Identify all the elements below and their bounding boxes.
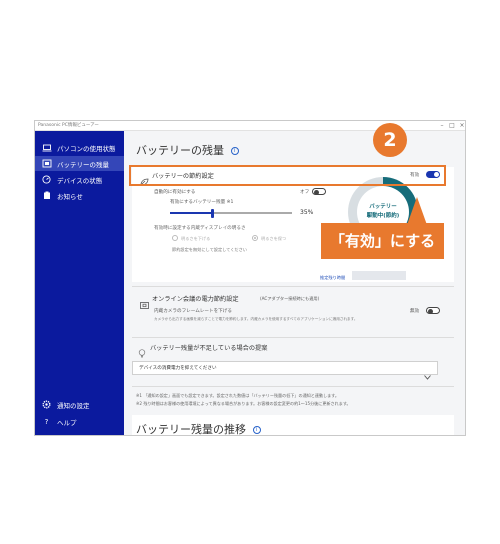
close-button[interactable]: × [457, 121, 465, 130]
suggestion-header: バッテリー残量が不足している場合の提案 [150, 345, 268, 352]
sidebar: パソコンの使用状態 バッテリーの残量 デバイスの状態 お知らせ 通知の設定 ? … [35, 131, 124, 435]
page-title: バッテリーの残量 i [136, 142, 239, 158]
threshold-value: 35% [300, 209, 314, 216]
sidebar-item-label: デバイスの状態 [57, 176, 103, 185]
help-icon: ? [44, 417, 49, 426]
note-2: ※2 残り時間はお客様の使用環境によって異なる場合があります。お客様の設定変更の… [136, 401, 351, 406]
suggestion-dropdown-value: デバイスの消費電力を抑えてください [139, 366, 217, 371]
sidebar-item-help[interactable]: ? ヘルプ [35, 414, 124, 429]
divider [132, 386, 454, 387]
gear-icon [41, 400, 52, 410]
info-icon[interactable]: i [252, 426, 261, 434]
radio-keep[interactable] [252, 235, 258, 241]
radio-dim-label: 明るさを下げる [181, 236, 211, 241]
next-section-title-text: バッテリー残量の推移 [136, 423, 246, 436]
threshold-slider-thumb[interactable] [211, 208, 215, 218]
laptop-icon [41, 143, 52, 153]
frame-rate-toggle[interactable] [426, 307, 440, 314]
remaining-time-label: 推定残り時間 [320, 275, 346, 280]
online-meeting-panel: オンライン会議の電力節約設定 (ACアダプター接続時にも適用) 内蔵カメラのフレ… [132, 291, 454, 335]
sidebar-item-label: 通知の設定 [57, 401, 90, 410]
chevron-down-icon [424, 365, 431, 384]
remaining-time-value [352, 271, 406, 280]
sidebar-item-notice[interactable]: お知らせ [35, 188, 124, 203]
lightbulb-icon [138, 343, 146, 362]
online-header-note: (ACアダプター接続時にも適用) [260, 296, 320, 301]
screen-share-icon [140, 295, 149, 314]
sidebar-item-device-status[interactable]: デバイスの状態 [35, 172, 124, 187]
threshold-slider-fill [170, 212, 213, 214]
brightness-label: 有効時に設定する内蔵ディスプレイの明るさ [154, 226, 246, 231]
info-icon[interactable]: i [230, 147, 239, 155]
step-number-badge: 2 [373, 123, 407, 157]
suggestion-dropdown[interactable]: デバイスの消費電力を抑えてください [132, 361, 438, 380]
frame-rate-label: 内蔵カメラのフレームレートを下げる [154, 309, 232, 314]
minimize-button[interactable]: – [437, 121, 447, 130]
radio-dim[interactable] [172, 235, 178, 241]
sidebar-item-label: バッテリーの残量 [57, 160, 109, 169]
sidebar-item-pc-usage[interactable]: パソコンの使用状態 [35, 140, 124, 155]
gauge-line-1: バッテリー [369, 204, 397, 210]
battery-monitor-icon [41, 159, 52, 169]
frame-rate-desc: カメラから出力する画像を減らすことで電力を節約します。内蔵カメラを使用するすべて… [154, 317, 358, 321]
radio-keep-label: 明るさを保つ [261, 236, 287, 241]
next-section-card: バッテリー残量の推移 i [132, 415, 454, 436]
window-title: Panasonic PC情報ビューアー [38, 123, 99, 128]
callout-pointer [407, 197, 427, 225]
next-section-title: バッテリー残量の推移 i [136, 421, 261, 436]
divider [132, 286, 454, 287]
gauge-line-2: 駆動中(節約) [366, 213, 400, 219]
device-status-icon [41, 175, 52, 185]
sidebar-item-label: ヘルプ [57, 418, 77, 427]
saving-row-highlight [129, 165, 446, 186]
sidebar-item-battery[interactable]: バッテリーの残量 [35, 156, 124, 171]
online-header: オンライン会議の電力節約設定 [152, 296, 239, 303]
auto-enable-label: 自動的に有効にする [154, 190, 196, 195]
radio-hint: 節約設定を無効にして設定してください [172, 247, 247, 252]
sidebar-item-label: パソコンの使用状態 [57, 144, 116, 153]
auto-enable-toggle[interactable] [312, 188, 326, 195]
page-title-text: バッテリーの残量 [136, 144, 224, 157]
frame-rate-state: 無効 [410, 309, 420, 314]
instruction-callout: 「有効」にする [321, 223, 444, 259]
threshold-label: 有効にするバッテリー残量 ※1 [170, 200, 234, 205]
note-1: ※1 「通知の設定」画面でも設定できます。設定された数値は「バッテリー残量の低下… [136, 393, 340, 398]
sidebar-item-label: お知らせ [57, 192, 83, 201]
auto-enable-state: オフ [300, 190, 310, 195]
sidebar-item-notification-settings[interactable]: 通知の設定 [35, 397, 124, 412]
notice-icon [41, 191, 52, 201]
divider [132, 337, 454, 338]
maximize-button[interactable]: □ [447, 121, 457, 130]
